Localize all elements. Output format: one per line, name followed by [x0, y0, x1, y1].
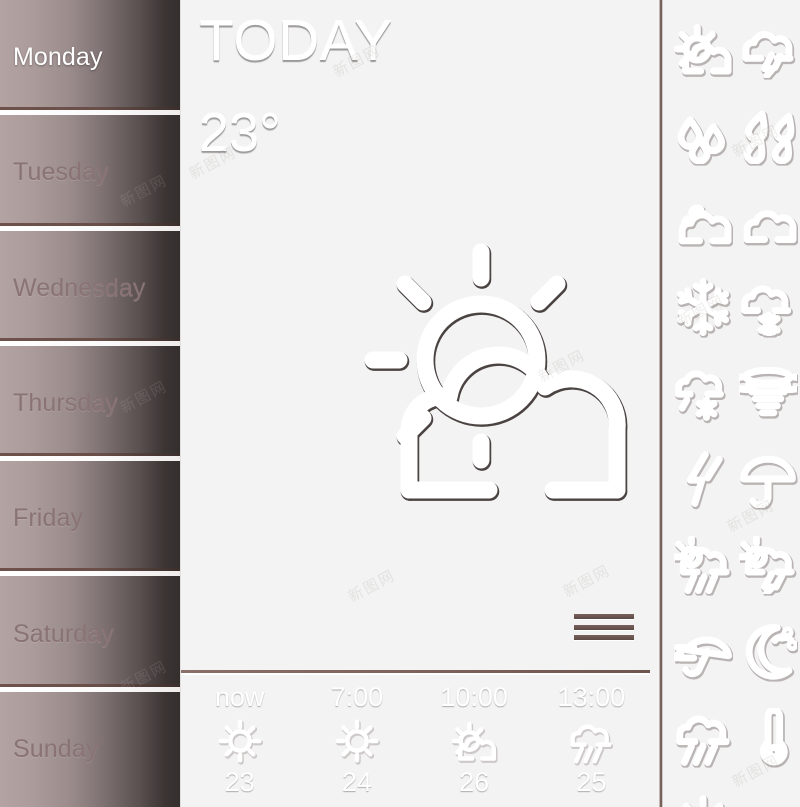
- sidebar-item-label: Saturday: [13, 619, 114, 648]
- umbrella-icon[interactable]: [737, 448, 799, 510]
- cloud-snow-icon[interactable]: [737, 276, 799, 338]
- hourly-item[interactable]: 10:00 26: [416, 676, 533, 807]
- sidebar-item-sunday[interactable]: Sunday: [0, 691, 180, 807]
- sidebar-item-monday[interactable]: Monday: [0, 0, 180, 116]
- tornado-icon: [739, 364, 797, 422]
- sidebar-item-thursday[interactable]: Thursday 新图网: [0, 345, 180, 462]
- cloud-hail-icon[interactable]: [672, 362, 734, 424]
- hourly-temperature: 25: [576, 767, 607, 797]
- sun-behind-cloud-icon[interactable]: [672, 18, 734, 80]
- hourly-divider: [181, 670, 650, 673]
- cloud-lightning-icon: [739, 20, 797, 78]
- day-sidebar: Monday Tuesday 新图网 Wednesday Thursday 新图网 Frid…: [0, 0, 180, 807]
- cloud-lightning-icon[interactable]: [737, 18, 799, 80]
- hourly-forecast-strip: now 23 7:00 24 10:00 26 13:00 25: [181, 676, 650, 807]
- hamburger-menu-icon[interactable]: [574, 614, 634, 640]
- sun-cloud-lightning-icon: [739, 536, 797, 594]
- sun-cloud-rain-icon[interactable]: [672, 534, 734, 596]
- hourly-item[interactable]: now 23: [181, 676, 298, 807]
- thermometer-icon: [739, 708, 797, 766]
- slanted-rain-icon: [739, 106, 797, 164]
- hourly-temperature: 23: [224, 767, 255, 797]
- hourly-item[interactable]: 13:00 25: [533, 676, 650, 807]
- cloud-rain-icon: [568, 718, 614, 764]
- menu-bar-2: [574, 624, 634, 630]
- tornado-icon[interactable]: [737, 362, 799, 424]
- raindrops-icon[interactable]: [672, 104, 734, 166]
- raindrops-icon: [674, 106, 732, 164]
- sidebar-item-label: Friday: [13, 504, 84, 533]
- today-panel: TODAY 23° 新图网 新图网 新图网 新图网 新图网: [181, 0, 650, 672]
- sidebar-item-tuesday[interactable]: Tuesday 新图网: [0, 115, 180, 231]
- windy-umbrella-icon[interactable]: [672, 620, 734, 682]
- hourly-time: 13:00: [557, 682, 626, 712]
- hourly-time: 7:00: [330, 682, 384, 712]
- hourly-icon-slot: [334, 715, 380, 767]
- weather-app: Monday Tuesday 新图网 Wednesday Thursday 新图网 Frid…: [0, 0, 800, 807]
- menu-bar-1: [574, 614, 634, 619]
- watermark: 新图网: [560, 561, 614, 601]
- sun-icon: [334, 718, 380, 764]
- hourly-item[interactable]: 7:00 24: [298, 676, 415, 807]
- watermark: 新图网: [117, 377, 171, 417]
- cloud-hail-icon: [674, 364, 732, 422]
- menu-bar-3: [574, 635, 634, 640]
- sidebar-item-label: Sunday: [13, 734, 99, 763]
- cloud-rain-icon: [674, 708, 732, 766]
- umbrella-icon: [739, 450, 797, 508]
- sidebar-item-label: Tuesday: [13, 158, 109, 187]
- windy-umbrella-icon: [674, 622, 732, 680]
- hourly-icon-slot: [568, 715, 614, 767]
- cloud-icon[interactable]: [737, 190, 799, 252]
- lightning-bolt-icon: [674, 450, 732, 508]
- clouds-icon: [674, 192, 732, 250]
- sun-behind-cloud-icon: [363, 222, 650, 522]
- sun-icon: [217, 718, 263, 764]
- thermometer-icon[interactable]: [737, 706, 799, 768]
- cloud-rain-icon[interactable]: [672, 706, 734, 768]
- snowflake-icon[interactable]: [672, 276, 734, 338]
- sidebar-item-label: Wednesday: [13, 273, 146, 302]
- hourly-icon-slot: [451, 715, 497, 767]
- current-temperature: 23°: [199, 103, 281, 163]
- sidebar-item-label: Monday: [13, 43, 103, 72]
- divider-line: [659, 0, 663, 807]
- hourly-time: now: [214, 682, 265, 712]
- sun-cloud-rain-icon: [674, 536, 732, 594]
- panel-divider: [650, 0, 670, 807]
- moon-clouds-icon[interactable]: [737, 620, 799, 682]
- cloud-snow-icon: [739, 278, 797, 336]
- sun-icon: [674, 794, 732, 807]
- sun-behind-cloud-icon: [451, 718, 497, 764]
- cloud-icon: [739, 192, 797, 250]
- sun-cloud-lightning-icon[interactable]: [737, 534, 799, 596]
- sun-behind-cloud-icon: [674, 20, 732, 78]
- watermark: 新图网: [345, 566, 399, 606]
- sidebar-item-label: Thursday: [13, 389, 119, 418]
- moon-clouds-icon: [739, 622, 797, 680]
- hourly-time: 10:00: [440, 682, 508, 712]
- sidebar-item-friday[interactable]: Friday: [0, 461, 180, 577]
- hourly-temperature: 26: [459, 767, 490, 797]
- sun-icon[interactable]: [672, 792, 734, 807]
- weather-icon-palette: 新图网 新图网 新图网 新图网: [670, 0, 800, 807]
- clouds-icon[interactable]: [672, 190, 734, 252]
- watermark: 新图网: [117, 172, 171, 212]
- snowflake-icon: [674, 278, 732, 336]
- center-column: TODAY 23° 新图网 新图网 新图网 新图网 新图网 now 23 7:0…: [180, 0, 650, 807]
- hourly-icon-slot: [217, 715, 263, 767]
- lightning-bolt-icon[interactable]: [672, 448, 734, 510]
- hourly-temperature: 24: [341, 767, 372, 797]
- slanted-rain-icon[interactable]: [737, 104, 799, 166]
- page-title: TODAY: [199, 9, 393, 73]
- sidebar-item-wednesday[interactable]: Wednesday: [0, 230, 180, 346]
- sidebar-item-saturday[interactable]: Saturday 新图网: [0, 576, 180, 692]
